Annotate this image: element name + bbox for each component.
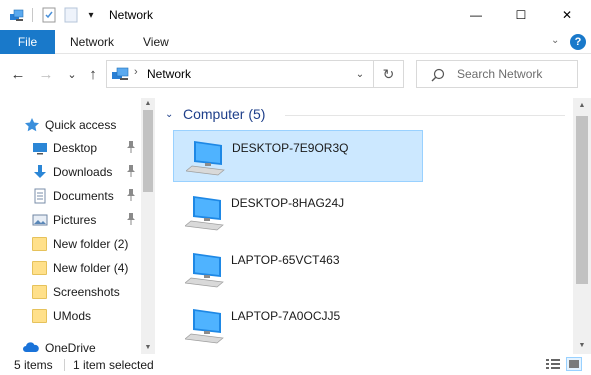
large-icons-view-icon[interactable] xyxy=(566,357,582,371)
scroll-up-icon[interactable]: ▲ xyxy=(144,100,152,108)
star-icon xyxy=(24,117,40,133)
group-header[interactable]: ⌄ Computer (5) xyxy=(165,106,265,122)
ribbon-tabs: File Network View ⌄ ? xyxy=(0,30,591,54)
address-path[interactable]: Network xyxy=(147,67,191,81)
recent-locations-button[interactable]: ⌄ xyxy=(62,64,82,84)
computer-icon xyxy=(184,249,231,289)
nav-label: UMods xyxy=(53,309,92,323)
breadcrumb-separator-icon[interactable]: › xyxy=(134,66,138,78)
nav-label: Screenshots xyxy=(53,285,120,299)
device-name: LAPTOP-7A0OCJJ5 xyxy=(231,309,341,323)
title-separator xyxy=(32,8,33,22)
search-icon xyxy=(431,68,445,82)
scrollbar-thumb[interactable] xyxy=(576,116,588,284)
nav-label: Pictures xyxy=(53,213,97,227)
window-title: Network xyxy=(109,8,154,22)
scroll-up-icon[interactable]: ▲ xyxy=(578,102,586,110)
search-box[interactable]: Search Network xyxy=(416,60,578,88)
tab-network[interactable]: Network xyxy=(70,30,114,54)
nav-label: OneDrive xyxy=(45,341,96,354)
group-label: Computer (5) xyxy=(183,106,266,122)
search-input[interactable]: Search Network xyxy=(457,67,542,81)
nav-item-downloads[interactable]: Downloads xyxy=(0,161,140,183)
desktop-icon xyxy=(32,140,48,156)
cloud-icon xyxy=(22,340,39,354)
customize-toolbar-icon[interactable]: ▾ xyxy=(82,6,100,24)
tab-file[interactable]: File xyxy=(0,30,55,54)
address-bar[interactable]: › Network ⌄ xyxy=(106,60,374,88)
pictures-icon xyxy=(32,212,48,228)
scroll-down-icon[interactable]: ▼ xyxy=(144,344,152,352)
nav-label: New folder (4) xyxy=(53,261,129,275)
new-folder-icon[interactable] xyxy=(62,6,80,24)
download-icon xyxy=(32,164,48,180)
nav-label: Documents xyxy=(53,189,114,203)
nav-item-desktop[interactable]: Desktop xyxy=(0,137,140,159)
device-item[interactable]: LAPTOP-65VCT463 xyxy=(173,243,423,295)
title-bar: ▾ Network — ☐ ✕ xyxy=(0,0,591,30)
nav-label: Desktop xyxy=(53,141,98,155)
nav-label: Quick access xyxy=(45,118,117,132)
device-item[interactable]: DESKTOP-7E9OR3Q xyxy=(173,130,423,182)
nav-item-new-folder-2[interactable]: New folder (2) xyxy=(0,233,140,255)
up-button[interactable]: ↑ xyxy=(83,64,103,84)
pin-icon[interactable] xyxy=(125,188,137,202)
nav-item-umods[interactable]: UMods xyxy=(0,305,140,327)
nav-item-quick-access[interactable]: Quick access xyxy=(0,114,140,136)
back-button[interactable]: ← xyxy=(8,64,28,84)
documents-icon xyxy=(32,188,48,204)
computer-icon xyxy=(184,192,231,232)
tab-view[interactable]: View xyxy=(143,30,169,54)
nav-item-documents[interactable]: Documents xyxy=(0,185,140,207)
scroll-down-icon[interactable]: ▼ xyxy=(578,342,586,350)
folder-icon xyxy=(32,236,48,252)
nav-label: New folder (2) xyxy=(53,237,129,251)
address-dropdown-icon[interactable]: ⌄ xyxy=(353,67,367,81)
details-view-icon[interactable] xyxy=(545,357,561,371)
nav-item-pictures[interactable]: Pictures xyxy=(0,209,140,231)
ribbon-collapse-icon[interactable]: ⌄ xyxy=(551,35,563,47)
navigation-pane: Quick access Desktop Downloads Documents xyxy=(0,98,155,354)
close-button[interactable]: ✕ xyxy=(544,0,590,30)
device-name: LAPTOP-65VCT463 xyxy=(231,253,340,267)
computer-icon xyxy=(185,137,232,177)
folder-icon xyxy=(32,284,48,300)
content-scrollbar[interactable]: ▲ ▼ xyxy=(573,98,591,354)
chevron-down-icon[interactable]: ⌄ xyxy=(165,109,175,120)
device-item[interactable]: DESKTOP-8HAG24J xyxy=(173,186,423,238)
pin-icon[interactable] xyxy=(125,212,137,226)
navigation-scrollbar[interactable]: ▲ ▼ xyxy=(141,98,155,354)
minimize-button[interactable]: — xyxy=(453,0,499,30)
network-app-icon[interactable] xyxy=(8,6,26,24)
nav-item-new-folder-4[interactable]: New folder (4) xyxy=(0,257,140,279)
scrollbar-thumb[interactable] xyxy=(143,110,153,192)
folder-icon xyxy=(32,260,48,276)
device-name: DESKTOP-8HAG24J xyxy=(231,196,345,210)
selection-status: 1 item selected xyxy=(73,358,154,372)
nav-item-onedrive[interactable]: OneDrive xyxy=(0,337,140,354)
properties-icon[interactable] xyxy=(40,6,58,24)
device-name: DESKTOP-7E9OR3Q xyxy=(232,141,349,155)
status-separator xyxy=(64,359,65,371)
network-icon xyxy=(111,66,131,82)
computer-icon xyxy=(184,305,231,345)
item-count: 5 items xyxy=(14,358,53,372)
maximize-button[interactable]: ☐ xyxy=(498,0,544,30)
content-pane: ⌄ Computer (5) DESKTOP-7E9OR3Q DESKTOP-8… xyxy=(155,98,573,354)
group-divider xyxy=(285,115,565,116)
device-item[interactable]: LAPTOP-7A0OCJJ5 xyxy=(173,299,423,351)
folder-icon xyxy=(32,308,48,324)
help-button[interactable]: ? xyxy=(570,34,586,50)
status-bar: 5 items 1 item selected xyxy=(0,354,591,375)
forward-button[interactable]: → xyxy=(36,64,56,84)
nav-label: Downloads xyxy=(53,165,113,179)
pin-icon[interactable] xyxy=(125,164,137,178)
refresh-button[interactable]: ↻ xyxy=(374,60,404,88)
nav-item-screenshots[interactable]: Screenshots xyxy=(0,281,140,303)
pin-icon[interactable] xyxy=(125,140,137,154)
